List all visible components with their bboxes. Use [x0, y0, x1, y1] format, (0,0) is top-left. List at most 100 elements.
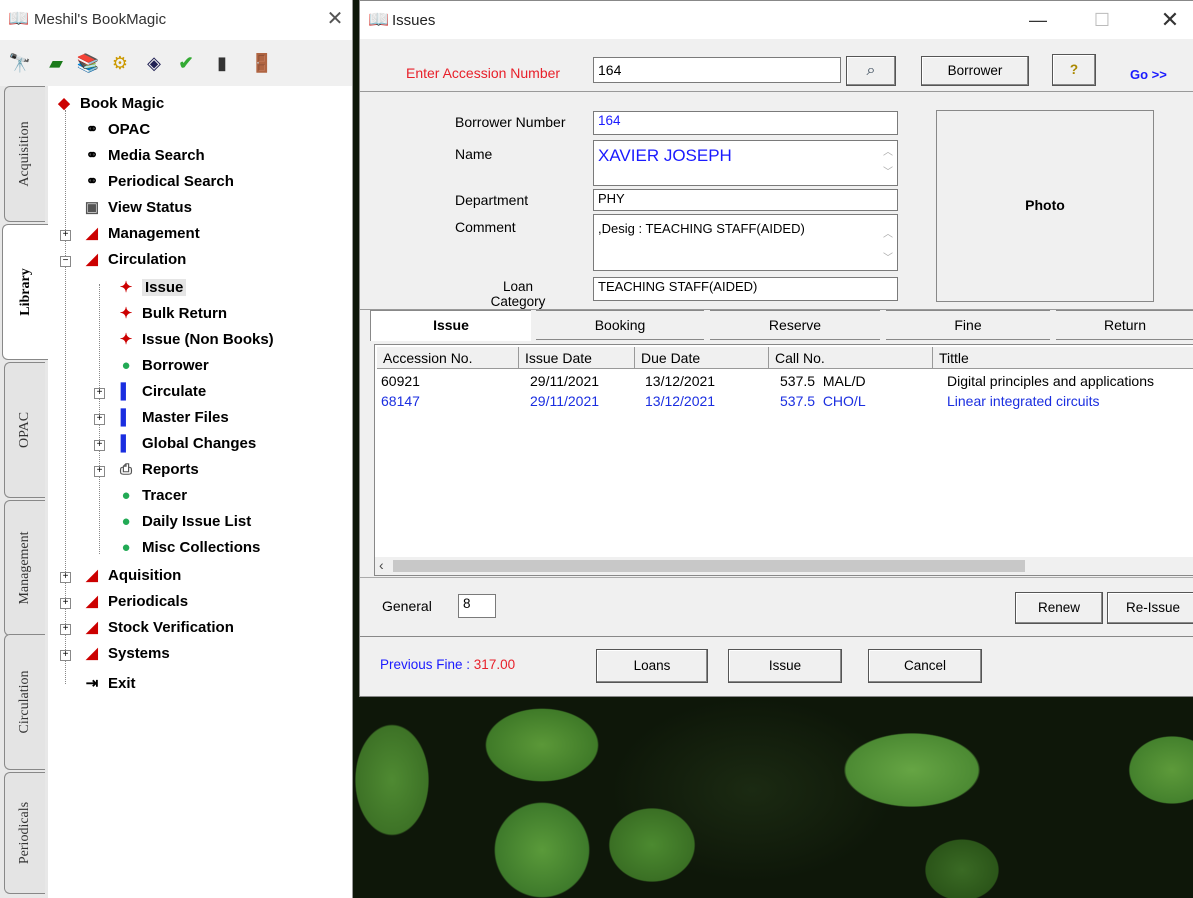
globe-icon[interactable]: ◈	[142, 52, 166, 74]
expand-icon[interactable]: +	[60, 230, 71, 241]
tree-item-aquisition[interactable]: ◢ Aquisition	[80, 564, 181, 588]
side-tab-management[interactable]: Management	[4, 500, 45, 636]
department-field[interactable]: PHY	[593, 189, 898, 211]
close-icon[interactable]: ✕	[1150, 6, 1190, 34]
horizontal-scrollbar[interactable]: ‹	[375, 557, 1193, 575]
loans-button[interactable]: Loans	[596, 649, 708, 683]
column-header[interactable]: Issue Date	[519, 347, 635, 369]
expand-icon[interactable]: +	[60, 572, 71, 583]
table-row[interactable]: 60921 29/11/2021 13/12/2021 537.5 MAL/D …	[375, 371, 1193, 391]
issue-button[interactable]: Issue	[728, 649, 842, 683]
column-header[interactable]: Due Date	[635, 347, 769, 369]
book-icon: 📖	[368, 10, 390, 29]
reissue-button[interactable]: Re-Issue	[1107, 592, 1193, 624]
side-tab-periodicals[interactable]: Periodicals	[4, 772, 45, 894]
tab-fine[interactable]: Fine	[886, 310, 1050, 340]
side-tab-opac[interactable]: OPAC	[4, 362, 45, 498]
expand-icon[interactable]: +	[94, 466, 105, 477]
cell-accession: 68147	[381, 393, 420, 409]
scrollbar-thumb[interactable]	[393, 560, 1025, 572]
tree-item-systems[interactable]: ◢ Systems	[80, 642, 170, 666]
cell-due-date: 13/12/2021	[645, 373, 716, 389]
comment-field[interactable]: ,Desig : TEACHING STAFF(AIDED) ︿ ﹀	[593, 214, 898, 271]
exit-icon[interactable]: 🚪	[250, 52, 274, 74]
tree-item-periodical-search[interactable]: ⚭ Periodical Search	[80, 170, 234, 194]
books-icon[interactable]: 📚	[76, 52, 100, 74]
column-header[interactable]: Tittle	[933, 347, 1193, 369]
name-field[interactable]: XAVIER JOSEPH ︿ ﹀	[593, 140, 898, 186]
tree-item-master-files[interactable]: ▌ Master Files	[114, 406, 229, 430]
general-bar: General 8 Renew Re-Issue	[360, 577, 1193, 637]
tree-item-circulation[interactable]: ◢ Circulation	[80, 248, 186, 272]
cell-call-no: 537.5 MAL/D	[780, 373, 866, 389]
accession-input[interactable]	[593, 57, 841, 83]
books-icon: ✦	[119, 305, 133, 322]
tree-item-daily-issue-list[interactable]: ● Daily Issue List	[114, 510, 251, 534]
tree-item-borrower[interactable]: ● Borrower	[114, 354, 208, 378]
renew-button[interactable]: Renew	[1015, 592, 1103, 624]
scroll-down-icon[interactable]: ﹀	[881, 249, 895, 264]
side-tabs: Acquisition Library OPAC Management Circ…	[0, 86, 49, 898]
column-header[interactable]: Accession No.	[377, 347, 519, 369]
column-header[interactable]: Call No.	[769, 347, 933, 369]
tab-reserve[interactable]: Reserve	[710, 310, 880, 340]
issues-titlebar[interactable]: 📖 Issues — ☐ ✕	[360, 1, 1193, 39]
coin-icon[interactable]: ⚙	[108, 52, 132, 74]
tree-item-circulate[interactable]: ▌ Circulate	[114, 380, 207, 404]
borrower-number-field[interactable]: 164	[593, 111, 898, 135]
tree-item-exit[interactable]: ⇥ Exit	[80, 672, 136, 696]
expand-icon[interactable]: +	[94, 388, 105, 399]
bookmagic-titlebar[interactable]: 📖 Meshil's BookMagic ✕	[0, 0, 352, 40]
scroll-left-icon[interactable]: ‹	[379, 557, 384, 573]
cell-call-no: 537.5 CHO/L	[780, 393, 866, 409]
expand-icon[interactable]: +	[60, 650, 71, 661]
table-row[interactable]: 68147 29/11/2021 13/12/2021 537.5 CHO/L …	[375, 391, 1193, 411]
minimize-icon[interactable]: —	[1018, 6, 1058, 34]
collapse-icon[interactable]: −	[60, 256, 71, 267]
general-label: General	[382, 598, 432, 614]
go-link[interactable]: Go >>	[1130, 67, 1167, 82]
check-icon[interactable]: ✔	[174, 52, 198, 74]
maximize-icon[interactable]: ☐	[1082, 6, 1122, 34]
expand-icon[interactable]: +	[94, 414, 105, 425]
tree-item-tracer[interactable]: ● Tracer	[114, 484, 187, 508]
notebook-icon[interactable]: ▮	[210, 52, 234, 74]
tree-item-misc-collections[interactable]: ● Misc Collections	[114, 536, 260, 560]
tree-item-media-search[interactable]: ⚭ Media Search	[80, 144, 205, 168]
tree-item-stock-verification[interactable]: ◢ Stock Verification	[80, 616, 234, 640]
side-tab-circulation[interactable]: Circulation	[4, 634, 45, 770]
loan-category-label: Loan Category	[490, 279, 546, 309]
tree-item-view-status[interactable]: ▣ View Status	[80, 196, 192, 220]
scroll-up-icon[interactable]: ︿	[881, 225, 895, 240]
scroll-down-icon[interactable]: ﹀	[881, 163, 895, 178]
scroll-up-icon[interactable]: ︿	[881, 143, 895, 158]
binoculars-icon[interactable]: 🔭	[8, 52, 32, 74]
general-field[interactable]: 8	[458, 594, 496, 618]
tree-item-periodicals[interactable]: ◢ Periodicals	[80, 590, 188, 614]
book-green-icon[interactable]: ▰	[44, 52, 68, 74]
tab-booking[interactable]: Booking	[536, 310, 704, 340]
tree-item-opac[interactable]: ⚭ OPAC	[80, 118, 151, 142]
loan-category-field[interactable]: TEACHING STAFF(AIDED)	[593, 277, 898, 301]
expand-icon[interactable]: +	[94, 440, 105, 451]
close-icon[interactable]: ✕	[322, 6, 348, 32]
tree-item-issue-non-books[interactable]: ✦ Issue (Non Books)	[114, 328, 274, 352]
side-tab-library[interactable]: Library	[2, 224, 49, 360]
tree-item-global-changes[interactable]: ▌ Global Changes	[114, 432, 257, 456]
expand-icon[interactable]: +	[60, 598, 71, 609]
tree-item-root[interactable]: ◆ Book Magic	[52, 92, 164, 116]
tree-item-bulk-return[interactable]: ✦ Bulk Return	[114, 302, 227, 326]
tab-issue[interactable]: Issue	[370, 310, 531, 341]
red-book-icon: ◢	[86, 251, 98, 268]
magnifier-icon: ⌕	[866, 62, 876, 79]
cancel-button[interactable]: Cancel	[868, 649, 982, 683]
tree-item-management[interactable]: ◢ Management	[80, 222, 199, 246]
tree-item-reports[interactable]: ⎙ Reports	[114, 458, 199, 482]
borrower-button[interactable]: Borrower	[921, 56, 1029, 86]
expand-icon[interactable]: +	[60, 624, 71, 635]
help-button[interactable]: ?	[1052, 54, 1096, 86]
side-tab-acquisition[interactable]: Acquisition	[4, 86, 45, 222]
search-button[interactable]: ⌕	[846, 56, 896, 86]
tab-return[interactable]: Return	[1056, 310, 1193, 340]
tree-item-issue[interactable]: ✦ Issue	[114, 276, 187, 300]
